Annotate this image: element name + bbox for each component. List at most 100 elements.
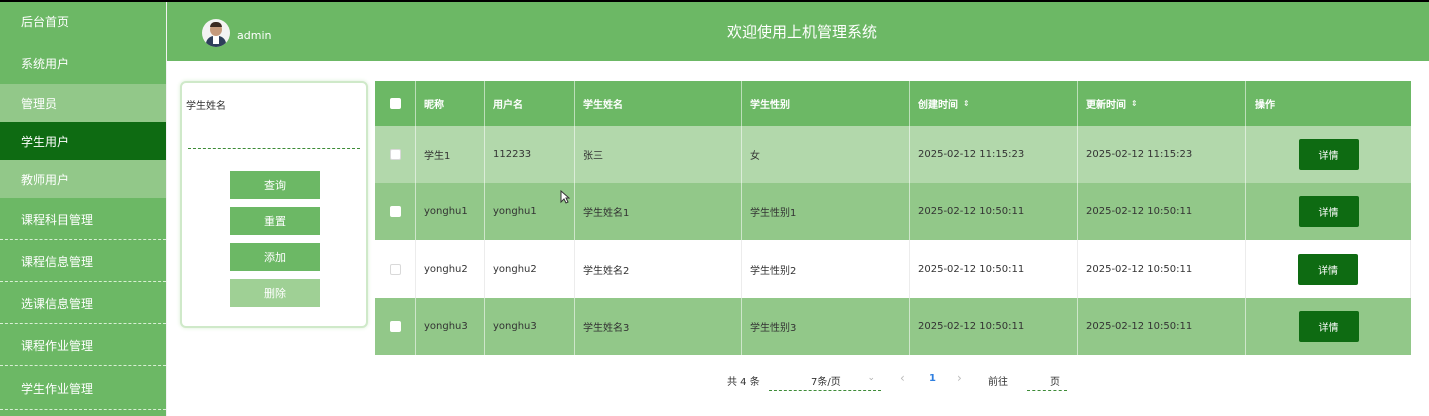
- table-row: yonghu2 yonghu2 学生姓名2 学生性别2 2025-02-12 1…: [375, 240, 1411, 298]
- avatar-hair: [210, 22, 222, 27]
- row-checkbox[interactable]: [389, 263, 401, 275]
- mouse-pointer-icon: [560, 190, 570, 204]
- page-title: 欢迎使用上机管理系统: [727, 23, 878, 41]
- cell-student-gender: 女: [742, 126, 910, 183]
- cell-student-gender: 学生性别3: [742, 298, 910, 355]
- sidebar-item-label: 课程科目管理: [21, 212, 94, 227]
- cell-updated-at: 2025-02-12 10:50:11: [1078, 298, 1246, 355]
- detail-button[interactable]: 详情: [1298, 139, 1359, 170]
- page-size-value: 7条/页: [811, 377, 841, 388]
- add-button[interactable]: 添加: [230, 243, 320, 271]
- row-select-cell: [375, 298, 416, 355]
- table-row: yonghu3 yonghu3 学生姓名3 学生性别3 2025-02-12 1…: [375, 298, 1411, 355]
- sidebar-item-label: 课程信息管理: [21, 254, 94, 269]
- detail-button[interactable]: 详情: [1298, 196, 1359, 227]
- column-header-actions: 操作: [1246, 81, 1411, 126]
- cell-updated-at: 2025-02-12 11:15:23: [1078, 126, 1246, 183]
- cell-updated-at: 2025-02-12 10:50:11: [1078, 183, 1246, 240]
- sidebar-item-course-homework[interactable]: 课程作业管理: [0, 324, 166, 366]
- column-header-label: 更新时间: [1086, 100, 1126, 111]
- student-table: 昵称 用户名 学生姓名 学生性别 创建时间 ⇕ 更新时间 ⇕ 操作 学生1 1122…: [375, 81, 1411, 355]
- sidebar-item-teacher-users[interactable]: 教师用户: [0, 160, 166, 198]
- avatar[interactable]: [202, 19, 230, 47]
- column-header-label: 创建时间: [918, 100, 958, 111]
- page-size-select[interactable]: 7条/页 ⌄: [769, 369, 881, 391]
- delete-button[interactable]: 删除: [230, 279, 320, 307]
- column-header-student-gender: 学生性别: [742, 81, 910, 126]
- query-button[interactable]: 查询: [230, 171, 320, 199]
- select-all-cell: [375, 81, 416, 126]
- sidebar-item-course-info[interactable]: 课程信息管理: [0, 240, 166, 282]
- cell-actions: 详情: [1246, 240, 1411, 298]
- cell-student-name: 学生姓名2: [575, 240, 742, 298]
- cell-nickname: yonghu1: [416, 183, 485, 240]
- sort-icon[interactable]: ⇕: [1131, 99, 1138, 108]
- row-checkbox[interactable]: [389, 149, 401, 160]
- sidebar-item-label: 课程作业管理: [21, 338, 94, 353]
- next-page-button[interactable]: ›: [957, 371, 962, 385]
- sidebar-item-home[interactable]: 后台首页: [0, 2, 166, 40]
- student-name-input[interactable]: [188, 121, 360, 149]
- student-name-label: 学生姓名: [186, 101, 226, 112]
- detail-button[interactable]: 详情: [1298, 253, 1358, 285]
- cell-nickname: yonghu2: [416, 240, 485, 298]
- column-header-student-name: 学生姓名: [575, 81, 742, 126]
- cell-actions: 详情: [1246, 183, 1411, 240]
- select-all-checkbox[interactable]: [389, 98, 401, 109]
- top-header: admin 欢迎使用上机管理系统: [167, 2, 1429, 61]
- cell-created-at: 2025-02-12 10:50:11: [910, 183, 1078, 240]
- cell-created-at: 2025-02-12 11:15:23: [910, 126, 1078, 183]
- sidebar-item-system-users[interactable]: 系统用户: [0, 44, 166, 82]
- column-header-created-at[interactable]: 创建时间 ⇕: [910, 81, 1078, 126]
- cell-student-gender: 学生性别2: [742, 240, 910, 298]
- row-checkbox[interactable]: [389, 321, 401, 332]
- column-header-nickname: 昵称: [416, 81, 485, 126]
- username: admin: [237, 29, 272, 42]
- sidebar-item-student-homework[interactable]: 学生作业管理: [0, 366, 166, 410]
- cell-actions: 详情: [1246, 126, 1411, 183]
- column-header-label: 学生性别: [750, 100, 790, 111]
- cell-student-gender: 学生性别1: [742, 183, 910, 240]
- app-window: 后台首页 系统用户 管理员 学生用户 教师用户 课程科目管理 课程信息管理 选课…: [0, 2, 1429, 416]
- sidebar-item-label: 系统用户: [21, 56, 70, 71]
- cell-student-name: 学生姓名3: [575, 298, 742, 355]
- column-header-username: 用户名: [485, 81, 575, 126]
- column-header-updated-at[interactable]: 更新时间 ⇕: [1078, 81, 1246, 126]
- sidebar-item-label: 后台首页: [21, 14, 70, 29]
- sidebar-item-label: 管理员: [21, 96, 58, 111]
- table-row: 学生1 112233 张三 女 2025-02-12 11:15:23 2025…: [375, 126, 1411, 183]
- sidebar-item-student-users[interactable]: 学生用户: [0, 122, 166, 160]
- row-select-cell: [375, 126, 416, 183]
- row-select-cell: [375, 240, 416, 298]
- row-select-cell: [375, 183, 416, 240]
- cell-created-at: 2025-02-12 10:50:11: [910, 240, 1078, 298]
- chevron-down-icon: ⌄: [867, 373, 875, 383]
- column-header-label: 学生姓名: [583, 100, 623, 111]
- main-content: 学生姓名 查询 重置 添加 删除 昵称 用户名 学生姓名 学生性别 创建时间 ⇕ …: [167, 61, 1429, 416]
- goto-label: 前往: [988, 377, 1008, 388]
- column-header-label: 操作: [1255, 100, 1275, 111]
- sidebar-item-label: 学生作业管理: [21, 381, 94, 396]
- sidebar-item-course-subjects[interactable]: 课程科目管理: [0, 198, 166, 240]
- search-panel: 学生姓名 查询 重置 添加 删除: [180, 81, 368, 328]
- sort-icon[interactable]: ⇕: [963, 99, 970, 108]
- cell-nickname: yonghu3: [416, 298, 485, 355]
- sidebar-item-course-selection[interactable]: 选课信息管理: [0, 282, 166, 324]
- cell-username: 112233: [485, 126, 575, 183]
- sidebar-item-label: 学生用户: [21, 134, 70, 149]
- reset-button[interactable]: 重置: [230, 207, 320, 235]
- avatar-collar: [213, 36, 219, 44]
- sidebar-item-label: 教师用户: [21, 172, 70, 187]
- sidebar-item-admin[interactable]: 管理员: [0, 84, 166, 122]
- detail-button[interactable]: 详情: [1298, 311, 1359, 342]
- cell-actions: 详情: [1246, 298, 1411, 355]
- column-header-label: 昵称: [424, 100, 444, 111]
- row-checkbox[interactable]: [389, 206, 401, 217]
- table-header-row: 昵称 用户名 学生姓名 学生性别 创建时间 ⇕ 更新时间 ⇕ 操作: [375, 81, 1411, 126]
- table-row: yonghu1 yonghu1 学生姓名1 学生性别1 2025-02-12 1…: [375, 183, 1411, 240]
- prev-page-button[interactable]: ‹: [900, 371, 905, 385]
- goto-page-input[interactable]: [1027, 369, 1067, 391]
- total-count: 共 4 条: [727, 377, 760, 388]
- current-page-number[interactable]: 1: [929, 373, 936, 384]
- page-unit-label: 页: [1050, 377, 1060, 388]
